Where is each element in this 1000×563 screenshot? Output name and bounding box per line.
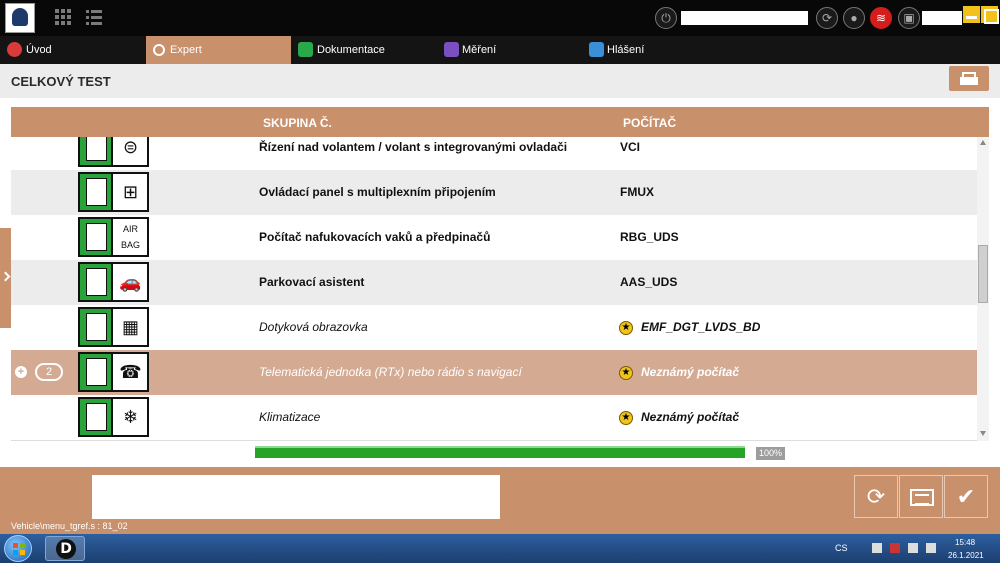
- power-icon[interactable]: ⏻: [655, 7, 677, 29]
- table-row[interactable]: +2 ☎ Telematická jednotka (RTx) nebo rádio…: [11, 350, 977, 395]
- refresh-icon: ⟳: [866, 484, 886, 509]
- tray-network-icon[interactable]: [908, 543, 918, 553]
- tab-label: Expert: [170, 44, 202, 56]
- tray-flag-icon[interactable]: [872, 543, 882, 553]
- computer-name: Neznámý počítač: [641, 365, 740, 379]
- progress-fill: [255, 448, 745, 458]
- scroll-down-arrow[interactable]: [980, 431, 986, 436]
- tab-uvod[interactable]: Úvod: [0, 36, 145, 64]
- table-scrollbar[interactable]: [977, 137, 989, 441]
- maximize-button[interactable]: [981, 6, 999, 24]
- refresh-icon[interactable]: ⟳: [816, 7, 838, 29]
- top-bar: ⏻ ⟳ ● ≋ ▣: [0, 0, 1000, 36]
- group-name: Ovládací panel s multiplexním připojením: [259, 185, 496, 199]
- scroll-up-arrow[interactable]: [980, 140, 986, 145]
- print-button[interactable]: [949, 66, 989, 91]
- star-icon: ★: [619, 366, 633, 380]
- column-header-group: SKUPINA Č.: [263, 116, 332, 130]
- expand-row-icon[interactable]: +: [15, 366, 27, 378]
- redacted-field-2: [922, 11, 962, 25]
- user-icon[interactable]: ●: [843, 7, 865, 29]
- group-name: Dotyková obrazovka: [259, 320, 368, 334]
- climate-icon: ❄: [78, 397, 149, 437]
- check-icon: ✔: [956, 484, 976, 509]
- start-button[interactable]: [4, 535, 32, 562]
- computer-name: AAS_UDS: [620, 275, 678, 289]
- airbag-icon: AIR BAG: [78, 217, 149, 257]
- computer-name: EMF_DGT_LVDS_BD: [641, 320, 761, 334]
- peugeot-logo: [5, 3, 35, 33]
- wifi-icon[interactable]: ≋: [870, 7, 892, 29]
- folder-icon: [298, 42, 313, 57]
- progress-label: 100%: [756, 447, 785, 460]
- document-icon: [910, 489, 934, 506]
- side-panel-toggle[interactable]: [0, 228, 11, 328]
- touchscreen-icon: ▦: [78, 307, 149, 347]
- table-row[interactable]: ⊞ Ovládací panel s multiplexním připojení…: [11, 170, 977, 215]
- table-row[interactable]: AIR BAG Počítač nafukovacích vaků a předp…: [11, 215, 977, 260]
- steering-wheel-icon: ⊜: [78, 137, 149, 167]
- waveform-icon: [444, 42, 459, 57]
- group-name: Telematická jednotka (RTx) nebo rádio s …: [259, 365, 522, 379]
- diagbox-app-icon: D: [56, 539, 76, 559]
- tab-label: Hlášení: [607, 44, 645, 56]
- document-button[interactable]: [899, 475, 943, 518]
- message-box: [92, 475, 500, 519]
- table-row[interactable]: 🚗 Parkovací asistent AAS_UDS: [11, 260, 977, 305]
- grid-view-icon[interactable]: [55, 9, 71, 25]
- column-header-computer: POČÍTAČ: [623, 116, 677, 130]
- bottom-panel: Vehicle\menu_tgref.s : 81_02 ⟳ ✔: [0, 467, 1000, 534]
- page-title: CELKOVÝ TEST: [11, 74, 111, 89]
- progress-bar: [255, 446, 745, 458]
- gears-icon: [153, 44, 165, 56]
- minimize-button[interactable]: [963, 6, 980, 23]
- taskbar-app-diagbox[interactable]: D: [45, 536, 85, 561]
- report-icon: [589, 42, 604, 57]
- tab-label: Měření: [462, 44, 497, 56]
- computer-name: VCI: [620, 140, 641, 154]
- group-name: Počítač nafukovacích vaků a předpinačů: [259, 230, 491, 244]
- computer-name: FMUX: [620, 185, 654, 199]
- redacted-field: [681, 11, 808, 25]
- tray-warning-icon[interactable]: [890, 543, 900, 553]
- clock-date[interactable]: 26.1.2021: [948, 551, 984, 560]
- tab-expert[interactable]: Expert: [146, 36, 291, 64]
- home-icon: [7, 42, 22, 57]
- star-icon: ★: [619, 321, 633, 335]
- confirm-button[interactable]: ✔: [944, 475, 988, 518]
- table-row[interactable]: ❄ Klimatizace ★ Neznámý počítač: [11, 395, 977, 440]
- tab-dokumentace[interactable]: Dokumentace: [292, 36, 437, 64]
- group-name: Klimatizace: [259, 410, 321, 424]
- star-icon: ★: [619, 411, 633, 425]
- language-indicator[interactable]: CS: [835, 543, 848, 553]
- windows-logo-icon: [13, 543, 25, 555]
- table-body: ⊜ Řízení nad volantem / volant s integrov…: [11, 137, 977, 441]
- group-name: Parkovací asistent: [259, 275, 365, 289]
- tab-hlaseni[interactable]: Hlášení: [584, 36, 729, 64]
- telephone-icon: ☎: [78, 352, 149, 392]
- windows-taskbar: D CS 15:48 26.1.2021: [0, 534, 1000, 563]
- tab-label: Úvod: [26, 44, 52, 56]
- group-name: Řízení nad volantem / volant s integrova…: [259, 140, 568, 154]
- table-row[interactable]: ⊜ Řízení nad volantem / volant s integrov…: [11, 137, 977, 170]
- tab-mereni[interactable]: Měření: [438, 36, 583, 64]
- lock-icon[interactable]: ▣: [898, 7, 920, 29]
- multiplex-panel-icon: ⊞: [78, 172, 149, 212]
- refresh-button[interactable]: ⟳: [854, 475, 898, 518]
- main-tabs: Úvod Expert Dokumentace Měření Hlášení: [0, 36, 1000, 64]
- computer-name: RBG_UDS: [620, 230, 679, 244]
- scroll-thumb[interactable]: [978, 245, 988, 303]
- clock-time[interactable]: 15:48: [955, 538, 975, 547]
- table-row[interactable]: ▦ Dotyková obrazovka ★ EMF_DGT_LVDS_BD: [11, 305, 977, 350]
- table-header: SKUPINA Č. POČÍTAČ: [11, 107, 989, 137]
- ecu-table: SKUPINA Č. POČÍTAČ ⊜ Řízení nad volantem …: [11, 107, 989, 441]
- parking-car-icon: 🚗: [78, 262, 149, 302]
- list-view-icon[interactable]: [86, 9, 102, 25]
- computer-name: Neznámý počítač: [641, 410, 740, 424]
- status-path: Vehicle\menu_tgref.s : 81_02: [11, 521, 128, 531]
- tray-volume-icon[interactable]: [926, 543, 936, 553]
- title-bar: CELKOVÝ TEST: [0, 64, 1000, 98]
- row-count-badge: 2: [35, 363, 63, 381]
- tab-label: Dokumentace: [317, 44, 385, 56]
